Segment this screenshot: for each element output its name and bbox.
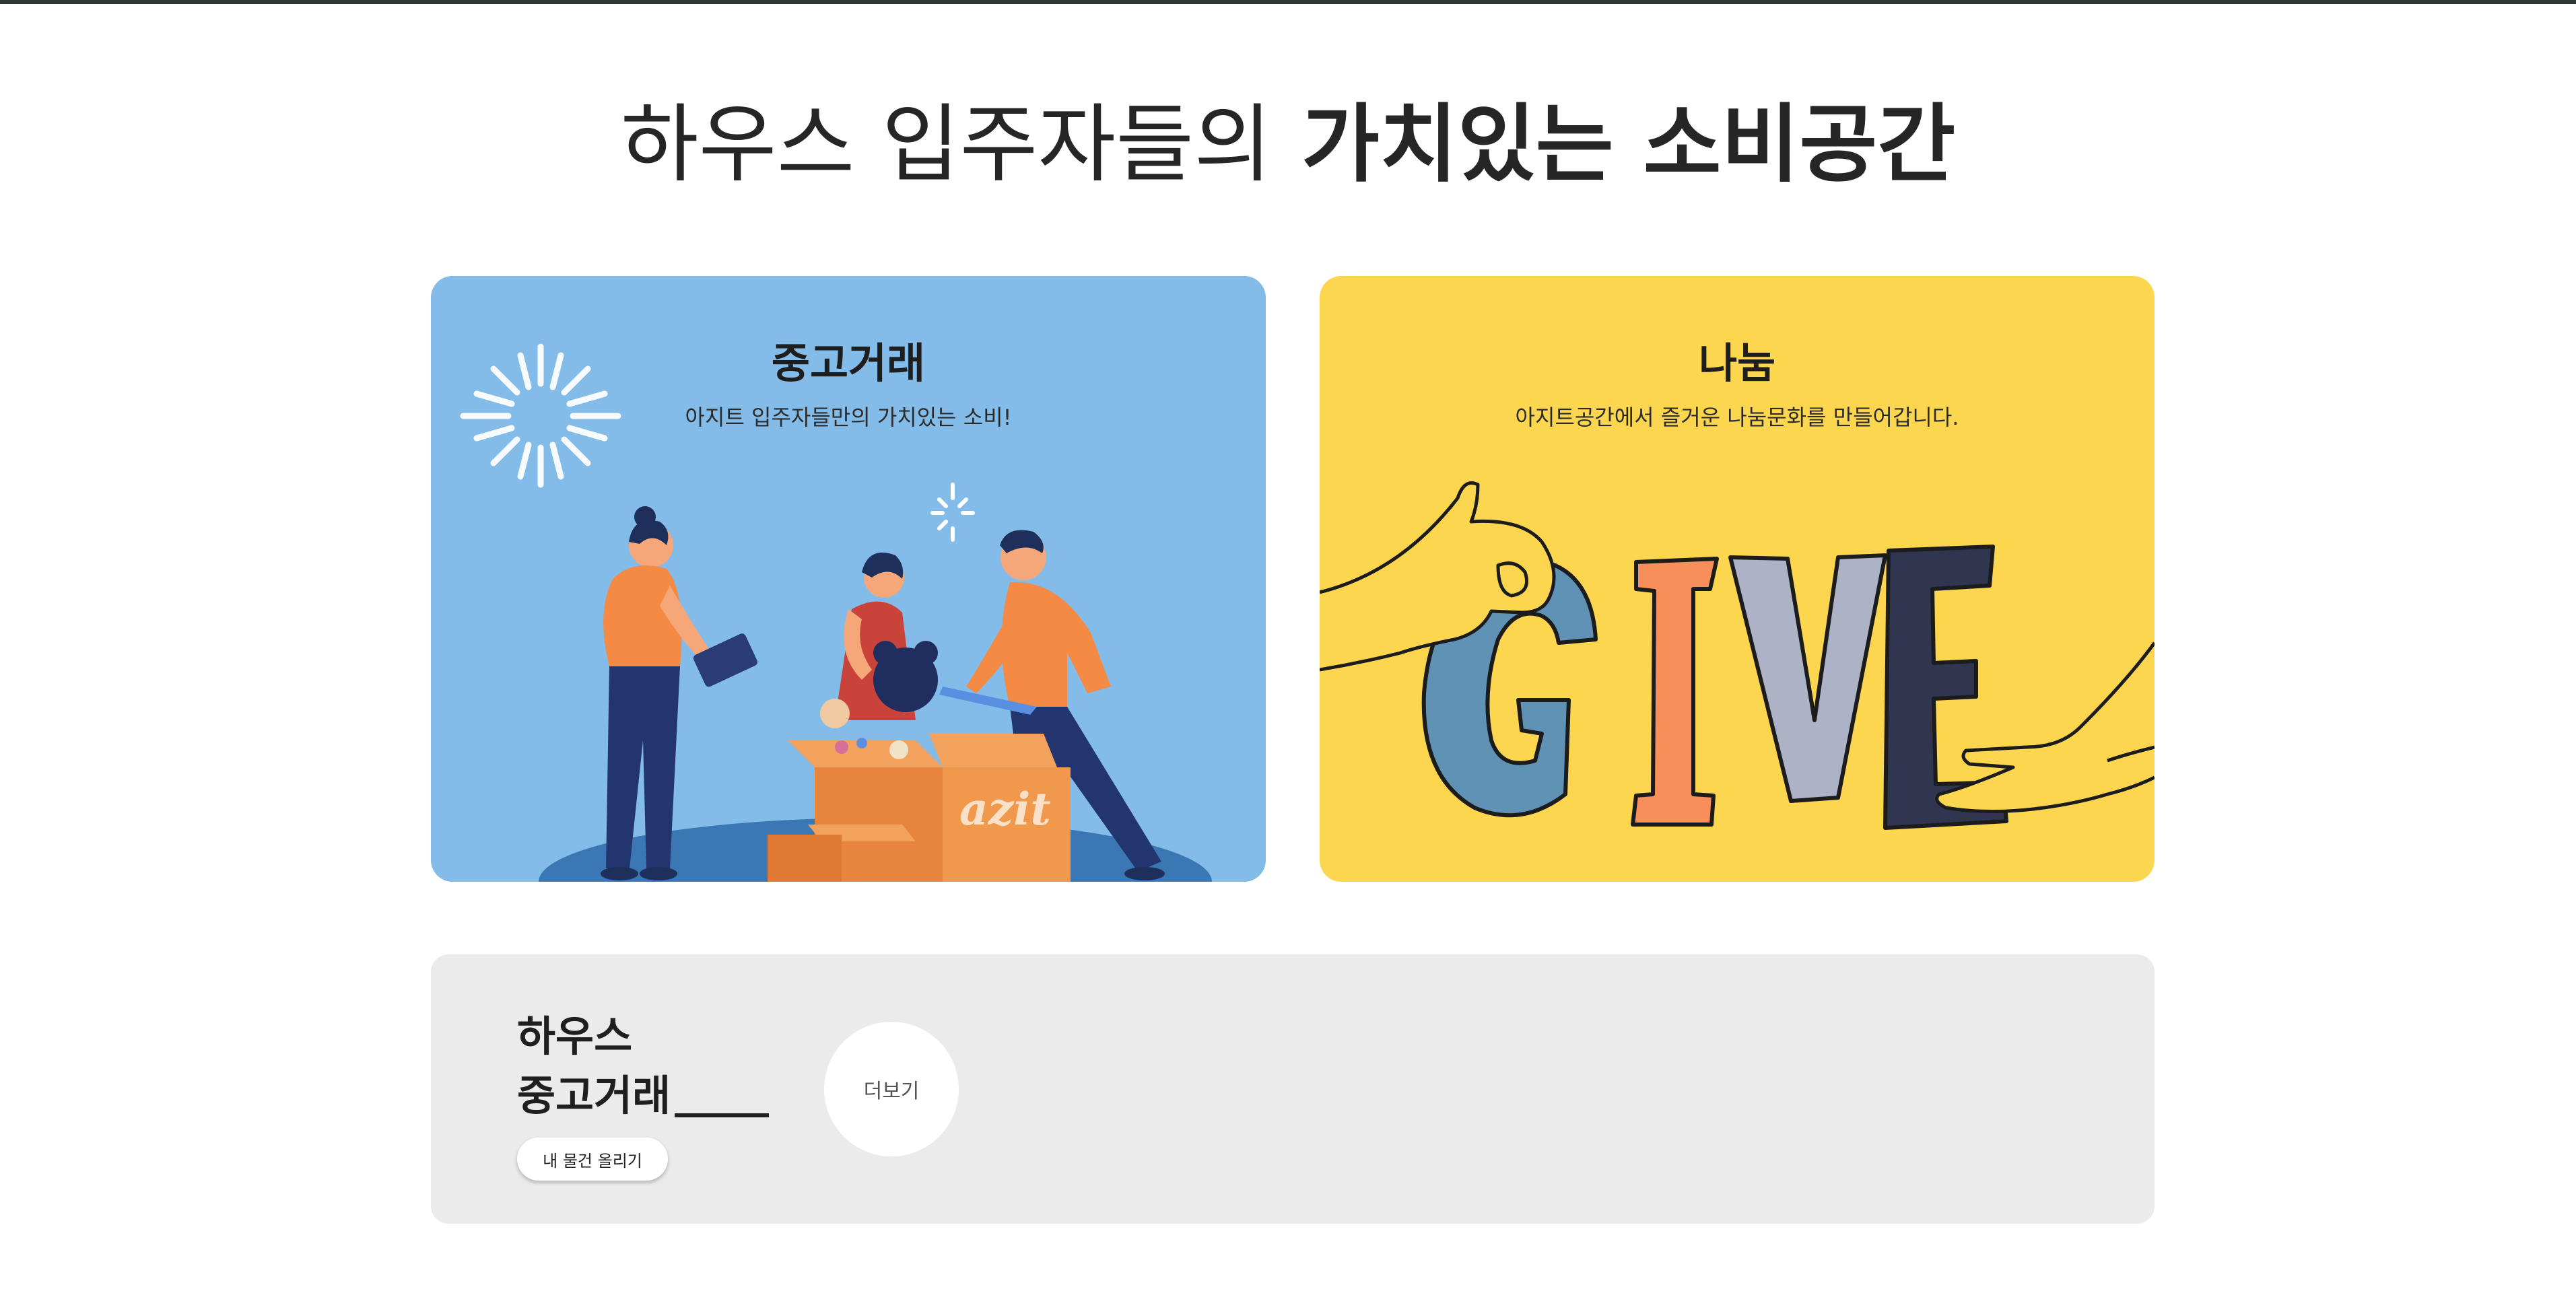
house-trade-heading-line2-wrap: 중고거래 bbox=[517, 1066, 770, 1125]
house-trade-section: 하우스 중고거래 내 물건 올리기 더보기 bbox=[431, 954, 2155, 1224]
more-button[interactable]: 더보기 bbox=[824, 1022, 959, 1156]
used-trade-title: 중고거래 bbox=[771, 339, 926, 388]
hand-left bbox=[1320, 481, 1556, 672]
sparkle-icon bbox=[930, 483, 975, 542]
used-trade-subtitle: 아지트 입주자들만의 가치있는 소비! bbox=[685, 405, 1012, 430]
used-trade-card[interactable]: azit 중고거래 아지트 입주자들만의 가치있는 소비! bbox=[431, 276, 1266, 882]
page-title-bold: 가치있는 소비공간 bbox=[1301, 95, 1956, 194]
house-trade-heading-line1: 하우스 bbox=[517, 1012, 633, 1061]
heading-underline bbox=[675, 1113, 770, 1117]
page-title: 하우스 입주자들의 가치있는 소비공간 bbox=[0, 88, 2576, 202]
page-title-light: 하우스 입주자들의 bbox=[620, 95, 1273, 194]
house-trade-heading-line2: 중고거래 bbox=[517, 1071, 671, 1120]
share-title: 나눔 bbox=[1698, 339, 1776, 388]
upload-item-button[interactable]: 내 물건 올리기 bbox=[517, 1138, 668, 1181]
house-trade-heading: 하우스 중고거래 bbox=[517, 1007, 770, 1125]
top-border bbox=[0, 0, 2576, 4]
share-card[interactable]: 나눔 아지트공간에서 즐거운 나눔문화를 만들어갑니다. bbox=[1320, 276, 2155, 882]
moving-box: azit bbox=[768, 734, 1071, 882]
woman-with-bear bbox=[820, 552, 938, 728]
box-logo: azit bbox=[959, 783, 1051, 835]
share-subtitle: 아지트공간에서 즐거운 나눔문화를 만들어갑니다. bbox=[1515, 405, 1959, 430]
